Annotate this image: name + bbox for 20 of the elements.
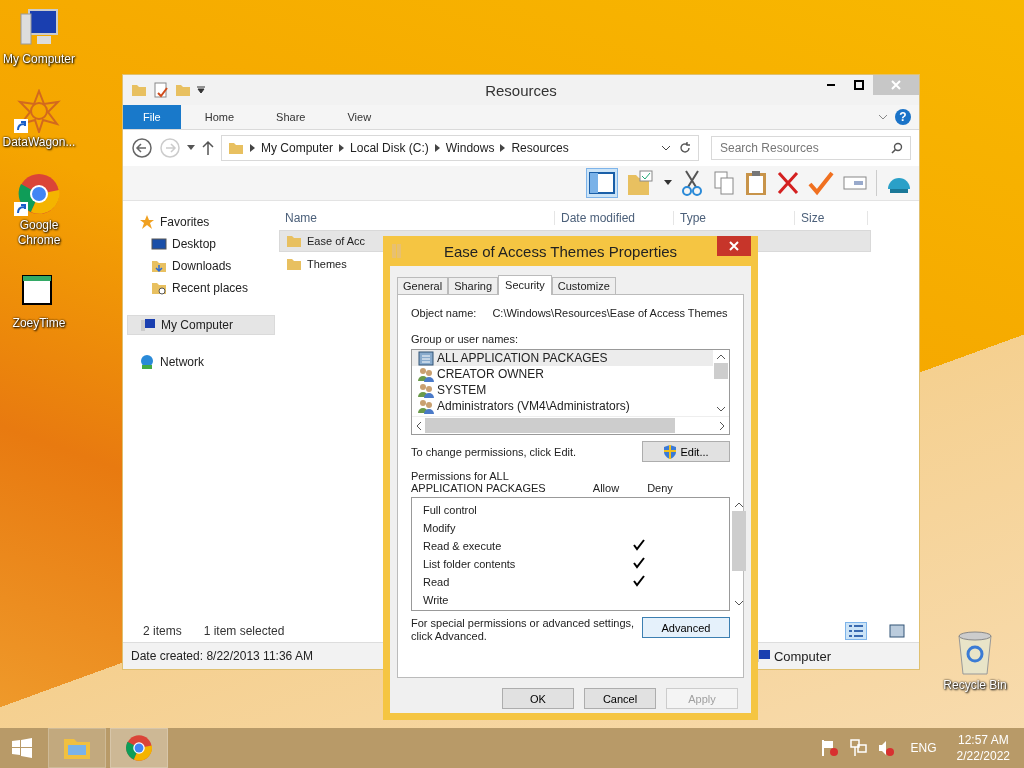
permission-name: Write <box>423 594 450 606</box>
object-name-label: Object name: <box>411 307 477 319</box>
object-name-value: C:\Windows\Resources\Ease of Access Themes <box>492 307 728 319</box>
permission-name: Modify <box>423 522 457 534</box>
allow-header: Allow <box>591 482 621 494</box>
selection-count: 1 item selected <box>203 624 285 638</box>
groups-label: Group or user names: <box>411 333 519 345</box>
permission-name: Read <box>423 576 451 588</box>
permission-name: Full control <box>423 504 478 516</box>
permission-name: Read & execute <box>423 540 503 552</box>
window-title: Resources <box>485 81 557 99</box>
dialog-title: Ease of Access Themes Properties <box>442 242 679 260</box>
deny-header: Deny <box>646 482 674 494</box>
date-created-text: Date created: 8/22/2013 11:36 AM <box>131 649 313 663</box>
item-count: 2 items <box>143 624 182 638</box>
advanced-hint: For special permissions or advanced settings, click Advanced. <box>411 617 636 643</box>
edit-hint: To change permissions, click Edit. <box>411 445 577 458</box>
location-text: Computer <box>773 648 831 664</box>
permissions-label: Permissions for ALL APPLICATION PACKAGES <box>411 470 547 494</box>
permission-name: List folder contents <box>423 558 517 570</box>
